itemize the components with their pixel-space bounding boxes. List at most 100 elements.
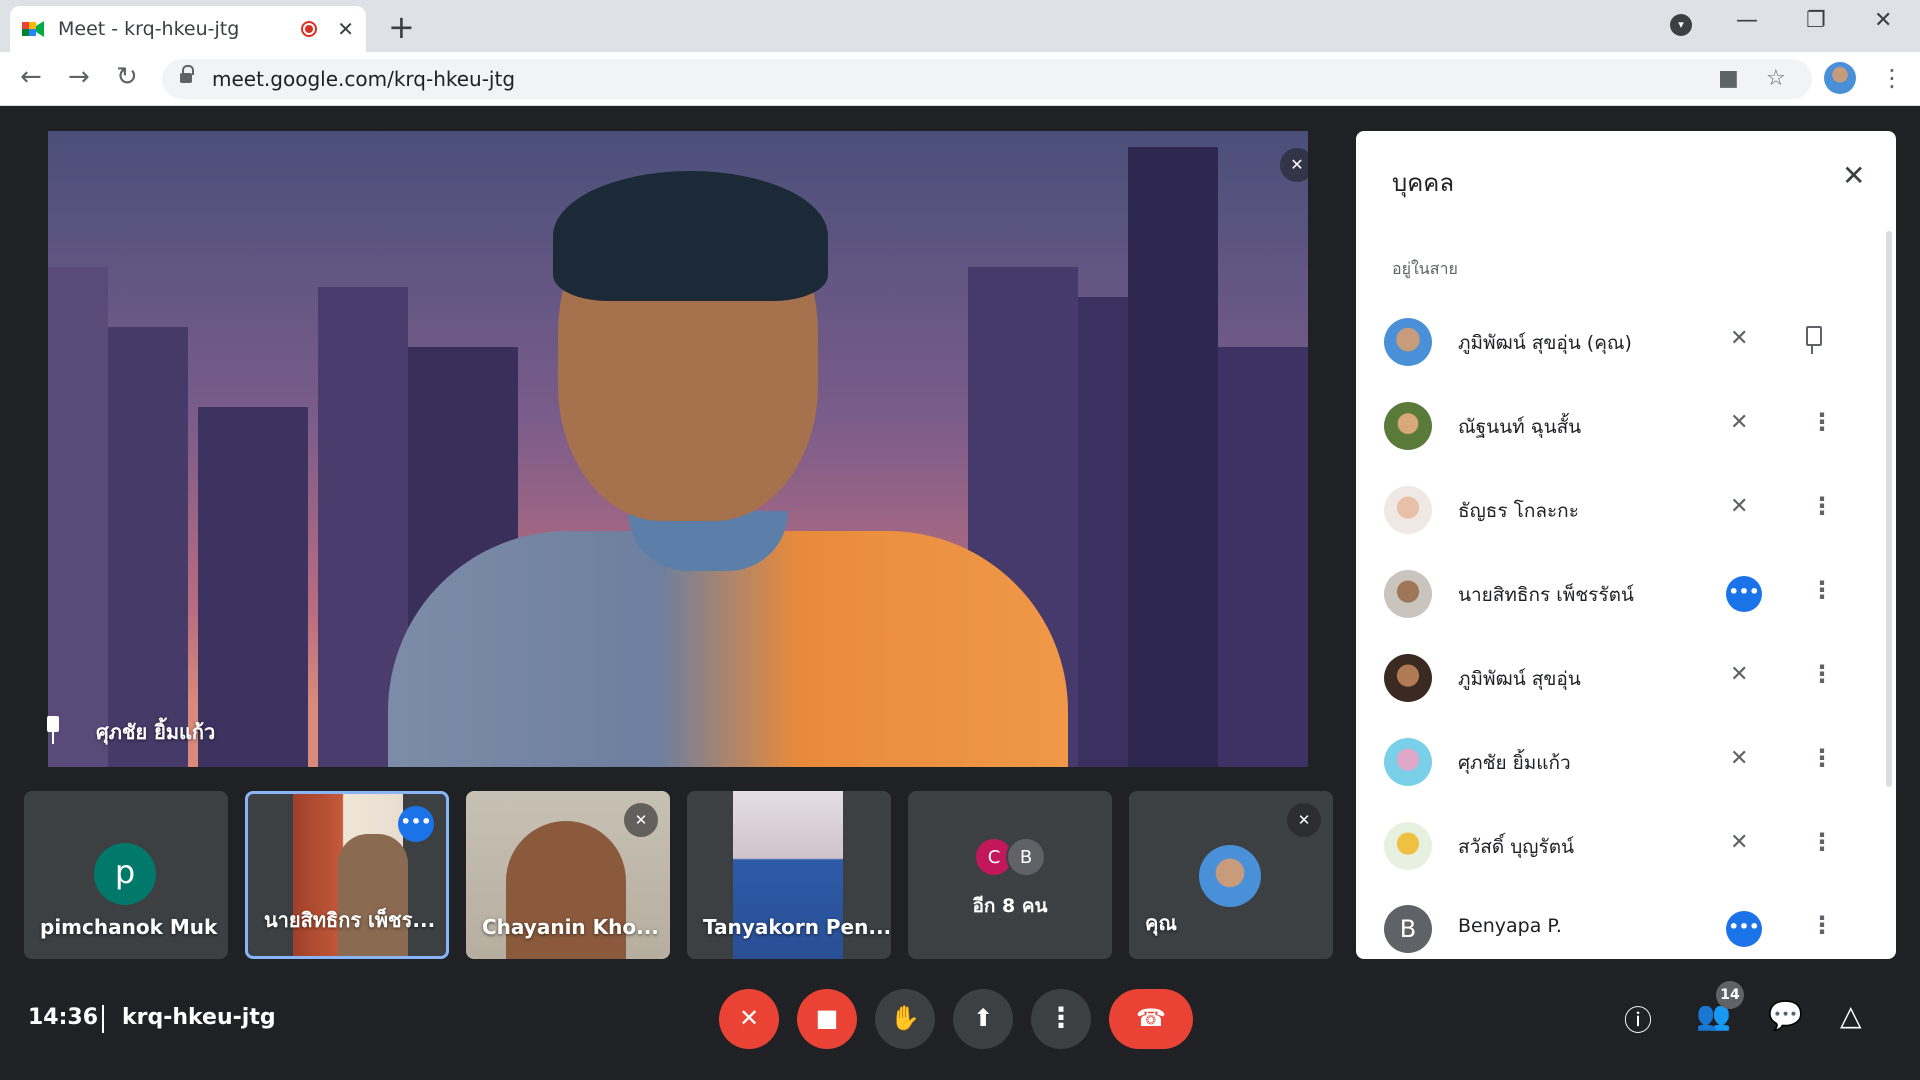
address-bar[interactable]: meet.google.com/krq-hkeu-jtg ■ ☆ <box>162 59 1812 99</box>
participant-count-badge: 14 <box>1716 981 1744 1009</box>
camera-off-button[interactable]: ■ <box>797 989 857 1049</box>
participant-name: Benyapa P. <box>1458 915 1562 937</box>
more-vert-icon[interactable]: ⋮ <box>1810 744 1834 772</box>
meet-favicon-icon <box>22 19 44 39</box>
raise-hand-button[interactable]: ✋ <box>875 989 935 1049</box>
participant-row[interactable]: ภูมิพัฒน์ สุขอุ่น (คุณ) ✕ <box>1384 312 1854 372</box>
panel-title: บุคคล <box>1392 169 1455 197</box>
recording-dot-icon <box>301 21 318 37</box>
chat-icon[interactable]: 💬 <box>1768 999 1803 1032</box>
browser-menu-icon[interactable]: ⋮ <box>1880 64 1904 92</box>
participant-name: ธัญธร โกละกะ <box>1458 500 1579 522</box>
more-vert-icon[interactable]: ⋮ <box>1810 660 1834 688</box>
participant-tile-active[interactable]: ••• นายสิทธิกร เพ็ชร... <box>245 791 449 959</box>
browser-toolbar: ← → ↻ meet.google.com/krq-hkeu-jtg ■ ☆ ⋮ <box>0 52 1920 106</box>
more-vert-icon[interactable]: ⋮ <box>1810 492 1834 520</box>
tab-title: Meet - krq-hkeu-jtg <box>58 18 240 40</box>
participant-row[interactable]: ณัฐนนท์ ฉุนสั้น ✕ ⋮ <box>1384 396 1854 456</box>
participant-row[interactable]: ธัญธร โกละกะ ✕ ⋮ <box>1384 480 1854 540</box>
info-icon[interactable]: ⓘ <box>1624 999 1652 1039</box>
avatar <box>1384 570 1432 618</box>
tab-close-icon[interactable]: ✕ <box>337 17 354 41</box>
avatar: B <box>1006 837 1046 877</box>
mic-off-button[interactable]: ✕ <box>719 989 779 1049</box>
url-text: meet.google.com/krq-hkeu-jtg <box>212 67 516 91</box>
star-icon[interactable]: ☆ <box>1766 66 1786 91</box>
tile-name: คุณ <box>1145 911 1177 935</box>
speaking-indicator-icon: ••• <box>1726 576 1762 612</box>
avatar <box>1384 654 1432 702</box>
more-vert-icon[interactable]: ⋮ <box>1810 911 1834 939</box>
browser-tab[interactable]: Meet - krq-hkeu-jtg ✕ <box>10 6 366 52</box>
tile-name: Tanyakorn Pen... <box>703 915 891 939</box>
new-tab-button[interactable]: + <box>388 8 415 46</box>
participant-name: ณัฐนนท์ ฉุนสั้น <box>1458 416 1582 438</box>
tile-name: Chayanin Kho... <box>482 915 659 939</box>
participant-row[interactable]: สวัสดิ์ บุญรัตน์ ✕ ⋮ <box>1384 816 1854 876</box>
forward-arrow-icon[interactable]: → <box>68 62 90 92</box>
scrollbar[interactable] <box>1886 231 1892 787</box>
tile-name: pimchanok Muk <box>40 915 218 939</box>
participant-name: ศุภชัย ยิ้มแก้ว <box>1458 752 1571 774</box>
mic-off-icon: ✕ <box>624 803 658 837</box>
tile-name: นายสิทธิกร เพ็ชร... <box>264 908 436 932</box>
more-vert-icon[interactable]: ⋮ <box>1810 408 1834 436</box>
reload-icon[interactable]: ↻ <box>116 62 138 92</box>
participant-tile[interactable]: Tanyakorn Pen... <box>687 791 891 959</box>
participant-row[interactable]: ภูมิพัฒน์ สุขอุ่น ✕ ⋮ <box>1384 648 1854 708</box>
more-participants-tile[interactable]: C B อีก 8 คน <box>908 791 1112 959</box>
participant-row[interactable]: B Benyapa P. ••• ⋮ <box>1384 899 1854 959</box>
mic-off-icon: ✕ <box>1730 830 1749 855</box>
tab-search-icon[interactable]: ▾ <box>1670 14 1692 36</box>
participant-row[interactable]: นายสิทธิกร เพ็ชรรัตน์ ••• ⋮ <box>1384 564 1854 624</box>
mic-off-icon: ✕ <box>1730 410 1749 435</box>
pinned-participant-name: ศุภชัย ยิ้มแก้ว <box>96 720 216 744</box>
camera-icon[interactable]: ■ <box>1718 66 1739 91</box>
self-tile[interactable]: ✕ คุณ <box>1129 791 1333 959</box>
avatar <box>1384 402 1432 450</box>
avatar: B <box>1384 905 1432 953</box>
meeting-code: krq-hkeu-jtg <box>122 1005 276 1030</box>
section-label: อยู่ในสาย <box>1392 259 1458 278</box>
avatar <box>1199 845 1261 907</box>
minimize-icon[interactable]: — <box>1736 8 1758 33</box>
pin-icon[interactable] <box>42 716 64 744</box>
meeting-controls-bar: 14:36 krq-hkeu-jtg ✕ ■ ✋ ⬆ ⋮ ☎ ⓘ 👥 14 💬 … <box>0 959 1920 1080</box>
browser-tab-strip: Meet - krq-hkeu-jtg ✕ + ▾ — ❐ ✕ <box>0 0 1920 52</box>
avatar <box>1384 318 1432 366</box>
participant-name: นายสิทธิกร เพ็ชรรัตน์ <box>1458 584 1634 606</box>
divider <box>102 1005 104 1033</box>
mic-off-icon: ✕ <box>1730 662 1749 687</box>
activities-icon[interactable]: △ <box>1840 999 1862 1032</box>
close-icon[interactable]: ✕ <box>1842 159 1865 192</box>
mic-off-icon: ✕ <box>1730 746 1749 771</box>
more-options-icon[interactable]: ••• <box>398 806 434 842</box>
mic-off-icon: ✕ <box>1730 326 1749 351</box>
window-close-icon[interactable]: ✕ <box>1874 8 1892 33</box>
pin-icon[interactable] <box>1802 326 1822 354</box>
lock-icon <box>180 65 194 85</box>
back-arrow-icon[interactable]: ← <box>20 62 42 92</box>
participant-name: สวัสดิ์ บุญรัตน์ <box>1458 836 1575 858</box>
mic-off-icon: ✕ <box>1730 494 1749 519</box>
meeting-time: 14:36 <box>28 1005 99 1030</box>
present-screen-button[interactable]: ⬆ <box>953 989 1013 1049</box>
leave-call-button[interactable]: ☎ <box>1109 989 1193 1049</box>
participant-name: ภูมิพัฒน์ สุขอุ่น <box>1458 668 1581 690</box>
maximize-icon[interactable]: ❐ <box>1806 8 1826 33</box>
main-video <box>48 131 1308 767</box>
more-options-button[interactable]: ⋮ <box>1031 989 1091 1049</box>
mic-off-icon: ✕ <box>1280 148 1314 182</box>
more-vert-icon[interactable]: ⋮ <box>1810 576 1834 604</box>
more-vert-icon[interactable]: ⋮ <box>1810 828 1834 856</box>
participant-tile[interactable]: ✕ Chayanin Kho... <box>466 791 670 959</box>
participant-tile[interactable]: p pimchanok Muk <box>24 791 228 959</box>
participant-row[interactable]: ศุภชัย ยิ้มแก้ว ✕ ⋮ <box>1384 732 1854 792</box>
people-panel: บุคคล ✕ อยู่ในสาย ภูมิพัฒน์ สุขอุ่น (คุณ… <box>1356 131 1896 959</box>
speaking-indicator-icon: ••• <box>1726 911 1762 947</box>
avatar <box>1384 822 1432 870</box>
avatar: p <box>94 843 156 905</box>
more-participants-label: อีก 8 คน <box>972 895 1048 917</box>
participant-name: ภูมิพัฒน์ สุขอุ่น (คุณ) <box>1458 332 1632 354</box>
profile-avatar-icon[interactable] <box>1824 62 1856 94</box>
